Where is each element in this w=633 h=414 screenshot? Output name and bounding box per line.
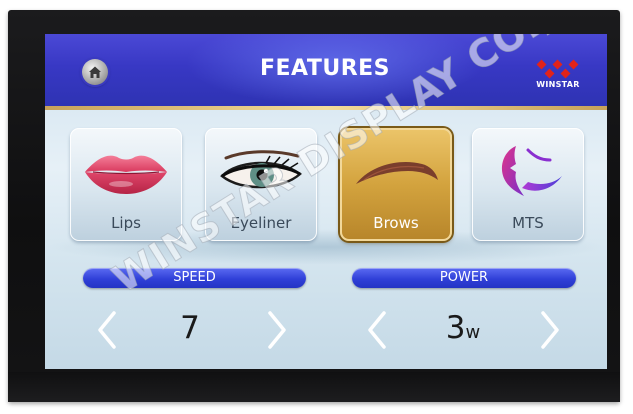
eyebrow-icon: [356, 162, 438, 184]
bezel-bottom: [8, 372, 620, 402]
logo-text: WINSTAR: [536, 80, 580, 89]
power-increase-button[interactable]: [540, 311, 560, 349]
feature-label: Brows: [373, 214, 419, 232]
winstar-logo: WINSTAR: [530, 58, 586, 92]
feature-tile-mts[interactable]: MTS: [472, 128, 584, 241]
speed-decrease-button[interactable]: [97, 311, 117, 349]
feature-label: Eyeliner: [230, 214, 292, 232]
speed-increase-button[interactable]: [267, 311, 287, 349]
feature-tile-lips[interactable]: Lips: [70, 128, 182, 241]
power-number: 3: [445, 310, 466, 346]
lips-icon: [85, 155, 167, 194]
feature-label: MTS: [512, 214, 544, 232]
eye-icon: [220, 150, 302, 189]
header-bar: FEATURES WINSTAR: [45, 34, 607, 106]
feature-label: Lips: [111, 214, 141, 232]
header-divider: [45, 106, 607, 110]
touch-screen: FEATURES WINSTAR Lips Eyeliner Brows MTS…: [45, 34, 607, 369]
home-icon: [89, 66, 101, 78]
page-title: FEATURES: [259, 56, 391, 81]
face-profile-icon: [501, 146, 562, 196]
speed-value: 7: [180, 310, 200, 346]
speed-label-bar: SPEED: [83, 268, 306, 288]
power-unit: w: [465, 322, 481, 343]
power-value: 3w: [433, 310, 493, 346]
power-label-bar: POWER: [352, 268, 576, 288]
feature-tile-brows[interactable]: Brows: [340, 128, 452, 241]
power-decrease-button[interactable]: [367, 311, 387, 349]
home-button[interactable]: [82, 59, 108, 85]
feature-tile-eyeliner[interactable]: Eyeliner: [205, 128, 317, 241]
